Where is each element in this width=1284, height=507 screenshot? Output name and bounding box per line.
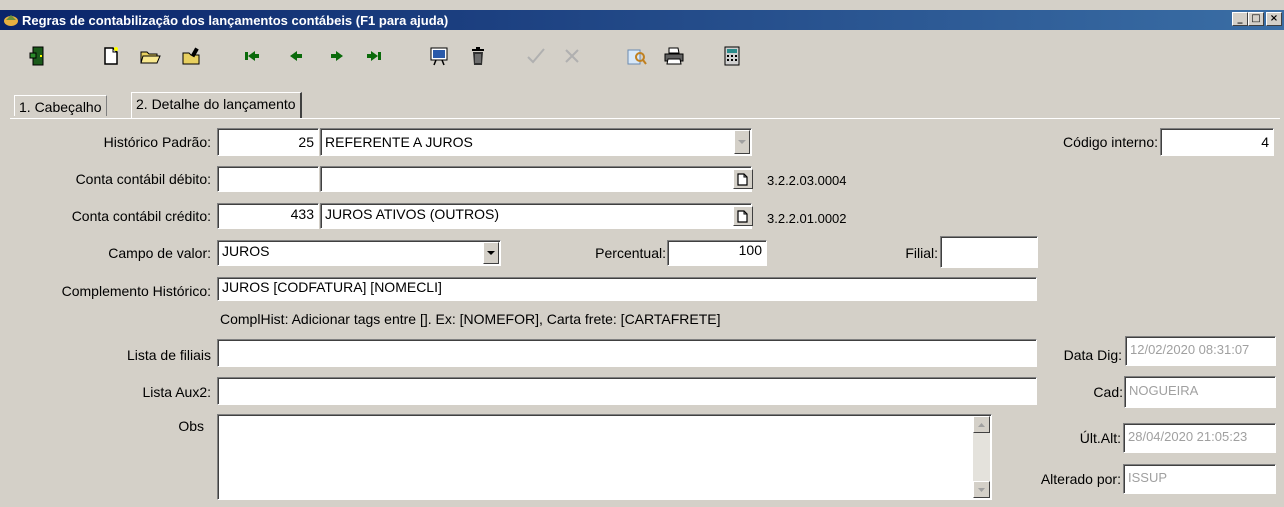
print-button[interactable] <box>662 44 686 68</box>
delete-trash-icon <box>472 47 484 65</box>
complemento-historico-input[interactable]: JUROS [CODFATURA] [NOMECLI] <box>217 277 1037 301</box>
minimize-button[interactable]: _ <box>1232 12 1248 26</box>
maximize-icon: □ <box>1251 13 1261 24</box>
historico-padrao-select[interactable]: REFERENTE A JUROS <box>320 128 752 156</box>
tab-label: 2. Detalhe do lançamento <box>136 96 296 112</box>
conta-credito-account-code: 3.2.2.01.0002 <box>767 211 847 226</box>
delete-button[interactable] <box>466 44 490 68</box>
cancel-button[interactable] <box>560 44 584 68</box>
conta-debito-account-code: 3.2.2.03.0004 <box>767 173 847 188</box>
obs-label: Obs <box>178 418 204 434</box>
new-document-icon <box>104 47 118 65</box>
campo-valor-label: Campo de valor: <box>108 245 211 261</box>
conta-debito-label: Conta contábil débito: <box>75 171 211 187</box>
conta-credito-label: Conta contábil crédito: <box>71 208 211 224</box>
next-record-button[interactable] <box>325 44 349 68</box>
codigo-interno-input[interactable]: 4 <box>1160 128 1274 156</box>
filial-label: Filial: <box>905 245 938 261</box>
historico-padrao-label: Histórico Padrão: <box>103 134 211 150</box>
cad-label: Cad: <box>1093 384 1123 400</box>
data-dig-field: 12/02/2020 08:31:07 <box>1125 336 1276 366</box>
tab-detalhe-lancamento[interactable]: 2. Detalhe do lançamento <box>131 92 302 119</box>
percentual-label: Percentual: <box>595 245 666 261</box>
confirm-button[interactable] <box>524 44 548 68</box>
alterado-por-field: ISSUP <box>1123 464 1276 494</box>
conta-credito-name-input[interactable]: JUROS ATIVOS (OUTROS) <box>320 203 752 229</box>
conta-debito-name-input[interactable] <box>320 166 752 192</box>
chevron-down-icon <box>978 487 985 492</box>
folder-edit-icon <box>182 47 200 65</box>
codigo-interno-label: Código interno: <box>1063 134 1158 150</box>
campo-valor-dropdown-button[interactable] <box>483 242 499 264</box>
lista-aux2-label: Lista Aux2: <box>142 384 212 400</box>
obs-textarea[interactable] <box>217 414 992 500</box>
first-record-button[interactable] <box>240 44 264 68</box>
close-button[interactable]: × <box>1266 12 1282 26</box>
tab-cabecalho[interactable]: 1. Cabeçalho <box>14 95 107 116</box>
last-record-icon <box>367 51 381 61</box>
edit-folder-button[interactable] <box>180 44 204 68</box>
maximize-button[interactable]: □ <box>1248 12 1264 26</box>
new-document-icon <box>737 172 748 186</box>
campo-valor-select[interactable]: JUROS <box>217 240 501 266</box>
close-icon: × <box>1269 13 1279 24</box>
exit-door-icon <box>29 46 44 66</box>
ult-alt-label: Últ.Alt: <box>1079 430 1121 446</box>
calculator-icon <box>724 46 740 66</box>
lista-filiais-label: Lista de filiais <box>126 347 211 363</box>
title-bar[interactable]: Regras de contabilização dos lançamentos… <box>0 10 1284 30</box>
scroll-up-button[interactable] <box>973 416 990 433</box>
toolbar <box>0 30 1284 82</box>
exit-button[interactable] <box>26 44 50 68</box>
preview-button[interactable] <box>427 44 451 68</box>
last-record-button[interactable] <box>362 44 386 68</box>
complemento-hint: ComplHist: Adicionar tags entre []. Ex: … <box>220 311 721 327</box>
tab-label: 1. Cabeçalho <box>19 99 102 115</box>
obs-scrollbar[interactable] <box>973 416 990 498</box>
percentual-input[interactable]: 100 <box>667 240 767 266</box>
new-button[interactable] <box>99 44 123 68</box>
new-document-icon <box>737 209 748 223</box>
conta-debito-code-input[interactable] <box>217 166 319 192</box>
chevron-down-icon <box>738 139 746 144</box>
lista-aux2-input[interactable] <box>217 377 1037 405</box>
calculator-button[interactable] <box>720 44 744 68</box>
historico-padrao-code-input[interactable]: 25 <box>217 128 319 156</box>
app-icon <box>3 13 19 27</box>
print-icon <box>664 47 684 65</box>
chevron-up-icon <box>978 422 985 427</box>
previous-record-icon <box>290 51 302 61</box>
minimize-icon: _ <box>1237 13 1243 24</box>
first-record-icon <box>245 51 259 61</box>
open-button[interactable] <box>138 44 162 68</box>
scroll-down-button[interactable] <box>973 481 990 498</box>
alterado-por-label: Alterado por: <box>1040 471 1121 487</box>
cad-field: NOGUEIRA <box>1124 376 1276 408</box>
complemento-historico-label: Complemento Histórico: <box>61 283 211 299</box>
window-title: Regras de contabilização dos lançamentos… <box>22 12 449 28</box>
app-window: Regras de contabilização dos lançamentos… <box>0 0 1284 507</box>
chevron-down-icon <box>487 250 495 255</box>
conta-debito-lookup-button[interactable] <box>733 169 753 189</box>
search-button[interactable] <box>625 44 649 68</box>
previous-record-button[interactable] <box>284 44 308 68</box>
next-record-icon <box>331 51 343 61</box>
preview-icon <box>430 47 448 66</box>
search-icon <box>627 49 647 65</box>
conta-credito-lookup-button[interactable] <box>733 206 753 226</box>
open-folder-icon <box>140 51 161 64</box>
cancel-x-icon <box>565 49 579 63</box>
confirm-check-icon <box>527 48 545 64</box>
lista-filiais-input[interactable] <box>217 339 1037 367</box>
data-dig-label: Data Dig: <box>1063 347 1122 363</box>
ult-alt-field: 28/04/2020 21:05:23 <box>1123 423 1276 453</box>
filial-input[interactable] <box>940 236 1038 268</box>
historico-padrao-dropdown-button[interactable] <box>734 130 750 154</box>
conta-credito-code-input[interactable]: 433 <box>217 203 319 229</box>
